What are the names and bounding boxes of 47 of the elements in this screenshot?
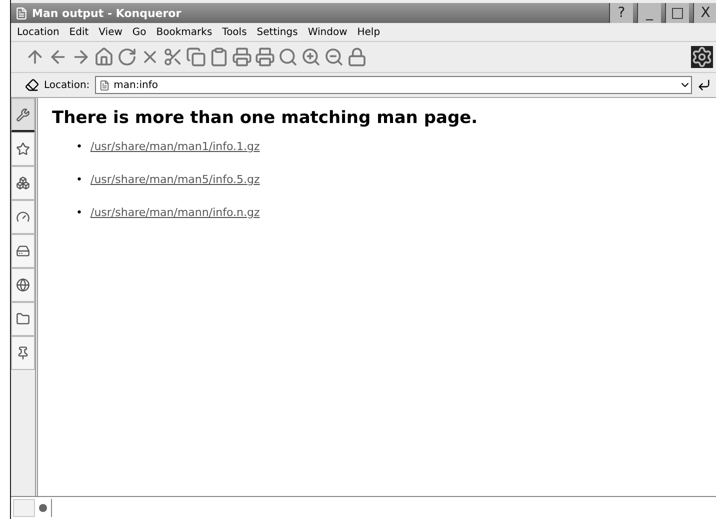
- location-field[interactable]: man:info: [94, 76, 692, 94]
- clipboard-icon[interactable]: [209, 47, 229, 67]
- bullet: •: [76, 140, 82, 153]
- reload-icon[interactable]: [117, 47, 137, 67]
- window-title: Man output - Konqueror: [32, 6, 182, 20]
- wrench-icon[interactable]: [11, 98, 35, 132]
- man-page-link[interactable]: /usr/share/man/man1/info.1.gz: [90, 140, 260, 153]
- clear-icon[interactable]: [25, 78, 39, 92]
- man-page-link[interactable]: /usr/share/man/mann/info.n.gz: [90, 206, 260, 219]
- bullet: •: [76, 173, 82, 186]
- home-icon[interactable]: [94, 47, 114, 67]
- menu-item[interactable]: Tools: [222, 26, 247, 38]
- window-control-button[interactable]: ?: [609, 3, 633, 23]
- search-icon[interactable]: [278, 47, 298, 67]
- location-label: Location:: [44, 80, 90, 90]
- pin-icon[interactable]: [11, 336, 35, 370]
- menu-item[interactable]: Go: [132, 26, 146, 38]
- zoom-in-icon[interactable]: [301, 47, 321, 67]
- menu-item[interactable]: Bookmarks: [156, 26, 212, 38]
- man-page-link[interactable]: /usr/share/man/man5/info.5.gz: [90, 173, 260, 186]
- menu-item[interactable]: Window: [308, 26, 348, 38]
- window-control-button[interactable]: □: [665, 3, 689, 23]
- padlock-icon[interactable]: [347, 47, 367, 67]
- go-icon[interactable]: [697, 78, 711, 92]
- menu-item[interactable]: Edit: [69, 26, 89, 38]
- app-icon: [15, 6, 28, 20]
- cluster-icon[interactable]: [11, 166, 35, 200]
- status-light-icon: [39, 504, 47, 512]
- bullet: •: [76, 206, 82, 219]
- gear-icon: [691, 46, 713, 68]
- scissors-icon[interactable]: [163, 47, 183, 67]
- gauge-icon[interactable]: [11, 200, 35, 234]
- menu-item[interactable]: Settings: [256, 26, 298, 38]
- menu-item[interactable]: Location: [17, 26, 60, 38]
- page-heading: There is more than one matching man page.: [52, 108, 479, 128]
- printer-icon[interactable]: [232, 47, 252, 67]
- status-box: [13, 499, 35, 517]
- copy-icon[interactable]: [186, 47, 206, 67]
- menu-item[interactable]: Help: [357, 26, 380, 38]
- globe-icon[interactable]: [11, 268, 35, 302]
- window-control-button[interactable]: X: [693, 3, 716, 23]
- printer-icon[interactable]: [255, 47, 275, 67]
- menu-item[interactable]: View: [98, 26, 122, 38]
- zoom-out-icon[interactable]: [324, 47, 344, 67]
- window-control-button[interactable]: _: [637, 3, 661, 23]
- page-icon: [98, 80, 110, 90]
- folder-icon[interactable]: [11, 302, 35, 336]
